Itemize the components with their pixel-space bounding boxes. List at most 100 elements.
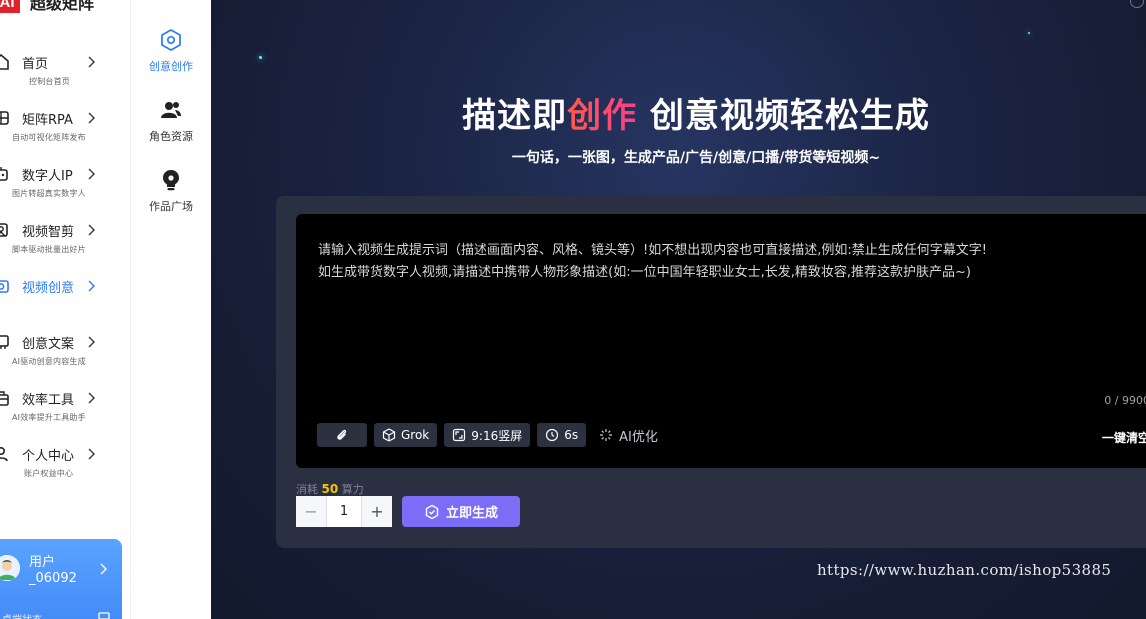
chevron-right-icon [88, 389, 98, 407]
camera-icon [0, 277, 10, 295]
quantity-stepper: − 1 + [296, 496, 392, 527]
chevron-right-icon [88, 165, 98, 183]
robot-icon [0, 165, 10, 183]
duration-select[interactable]: 6s [537, 423, 587, 447]
rpa-icon [0, 109, 10, 127]
main-content: 描述即创作 创意视频轻松生成 一句话，一张图，生成产品/广告/创意/口播/带货等… [211, 0, 1146, 619]
generator-panel: 请输入视频生成提示词（描述画面内容、风格、镜头等）!如不想出现内容也可直接描述,… [276, 196, 1146, 548]
increment-button[interactable]: + [362, 496, 392, 527]
char-counter: 0 / 9900 [1104, 394, 1146, 407]
generate-label: 立即生成 [445, 506, 498, 521]
hero-title: 描述即创作 创意视频轻松生成 [211, 88, 1146, 137]
main-sidebar: AI 超级矩阵 首页 控制台首页 矩阵RPA 自动可视化矩阵发布 数字人IP 图… [0, 0, 131, 619]
nav-item-copywriting[interactable]: 创意文案 AI驱动创意内容生成 [0, 331, 130, 377]
nav-label: 视频创意 [22, 280, 75, 296]
user-status: 桌端状态 [2, 611, 42, 619]
close-icon[interactable] [1130, 0, 1144, 8]
prompt-placeholder-line: 如生成带货数字人视频,请描述中携带人物形象描述(如:一位中国年轻职业女士,长发,… [318, 265, 971, 280]
toolbox-icon [0, 389, 10, 407]
decrement-button[interactable]: − [296, 496, 326, 527]
aspect-ratio-icon [453, 428, 466, 442]
model-select[interactable]: Grok [374, 423, 438, 447]
video-edit-icon [0, 221, 10, 239]
logo-name: 超级矩阵 [30, 0, 95, 13]
nav-label: 效率工具 [22, 392, 75, 408]
decor-star [1028, 32, 1030, 34]
nav-subtitle: 控制台首页 [29, 77, 70, 86]
avatar [0, 555, 20, 581]
prompt-input[interactable]: 请输入视频生成提示词（描述画面内容、风格、镜头等）!如不想出现内容也可直接描述,… [296, 214, 1146, 468]
hero-title-part: 描述即 [462, 96, 568, 136]
gallery-icon [159, 168, 183, 192]
ai-optimize-label: AI优化 [619, 429, 658, 445]
subnav-item-creative[interactable]: 创意创作 [131, 28, 211, 78]
nav-item-video-creative[interactable]: 视频创意 [0, 275, 130, 321]
nav-subtitle: 脚本驱动批量出好片 [12, 245, 86, 254]
home-icon [0, 53, 10, 71]
subnav-item-roles[interactable]: 角色资源 [131, 98, 211, 148]
sparkle-icon [600, 429, 613, 441]
copywriting-icon [0, 333, 10, 351]
subnav-label: 角色资源 [149, 130, 193, 143]
nav-item-rpa[interactable]: 矩阵RPA 自动可视化矩阵发布 [0, 107, 130, 153]
subnav-item-gallery[interactable]: 作品广场 [131, 168, 211, 218]
generate-icon [425, 504, 439, 519]
roles-icon [159, 98, 183, 122]
chevron-right-icon [88, 445, 98, 463]
nav-subtitle: 图片转超真实数字人 [12, 189, 86, 198]
nav-item-home[interactable]: 首页 控制台首页 [0, 51, 130, 97]
cost-amount: 50 [321, 482, 339, 496]
nav-item-video-edit[interactable]: 视频智剪 脚本驱动批量出好片 [0, 219, 130, 265]
cost-prefix: 消耗 [296, 483, 318, 496]
clear-button[interactable]: 一键清空 [1102, 429, 1146, 446]
logo[interactable]: AI 超级矩阵 [0, 0, 94, 14]
nav-label: 矩阵RPA [22, 112, 73, 128]
ai-optimize-button[interactable]: AI优化 [599, 426, 658, 445]
nav-subtitle: 自动可视化矩阵发布 [12, 133, 86, 142]
subnav-label: 创意创作 [149, 60, 193, 73]
cost-info: 消耗 50 算力 [296, 481, 364, 497]
prompt-toolbar: Grok 9:16竖屏 6s AI优化 [317, 423, 658, 447]
hero-subtitle: 一句话，一张图，生成产品/广告/创意/口播/带货等短视频~ [511, 150, 881, 166]
decor-star [259, 56, 262, 59]
user-id: _06092 [29, 571, 77, 586]
hero-title-part: 创意视频轻松生成 [637, 96, 930, 136]
nav-subtitle: AI效率提升工具助手 [12, 413, 86, 422]
nav-item-digital-human[interactable]: 数字人IP 图片转超真实数字人 [0, 163, 130, 209]
chevron-right-icon [88, 53, 98, 71]
nav-item-tools[interactable]: 效率工具 AI效率提升工具助手 [0, 387, 130, 433]
chevron-right-icon [88, 277, 98, 295]
clock-icon [546, 428, 559, 442]
generate-button[interactable]: 立即生成 [402, 496, 520, 527]
watermark-text: https://www.huzhan.com/ishop53885 [817, 561, 1112, 579]
hero-title-highlight: 创作 [567, 96, 638, 136]
nav-label: 创意文案 [22, 336, 75, 352]
aspect-ratio-select[interactable]: 9:16竖屏 [444, 423, 531, 447]
model-label: Grok [401, 428, 430, 442]
subnav-label: 作品广场 [149, 200, 193, 213]
duration-label: 6s [564, 428, 579, 442]
chevron-right-icon [88, 333, 98, 351]
attach-button[interactable] [317, 423, 367, 447]
quantity-input[interactable]: 1 [326, 496, 362, 527]
nav-item-profile[interactable]: 个人中心 账户权益中心 [0, 443, 130, 489]
paperclip-icon [337, 429, 347, 440]
chevron-right-icon [88, 109, 98, 127]
chevron-right-icon [88, 221, 98, 239]
monitor-icon[interactable] [97, 609, 111, 619]
secondary-sidebar: 创意创作 角色资源 作品广场 [131, 0, 211, 619]
prompt-placeholder-line: 请输入视频生成提示词（描述画面内容、风格、镜头等）!如不想出现内容也可直接描述,… [318, 243, 987, 258]
user-icon [0, 445, 10, 463]
chevron-right-icon [100, 563, 107, 575]
user-name: 用户 [29, 555, 56, 570]
nav-label: 个人中心 [22, 448, 75, 464]
cost-unit: 算力 [341, 483, 364, 496]
cube-icon [382, 428, 396, 442]
nav-subtitle: AI驱动创意内容生成 [12, 357, 86, 366]
nav-label: 首页 [22, 56, 49, 72]
nav-label: 数字人IP [22, 168, 73, 184]
aspect-ratio-label: 9:16竖屏 [471, 428, 523, 443]
creative-icon [159, 28, 183, 52]
logo-mark: AI [0, 0, 20, 13]
user-card[interactable]: 用户 _06092 桌端状态 [0, 539, 122, 619]
